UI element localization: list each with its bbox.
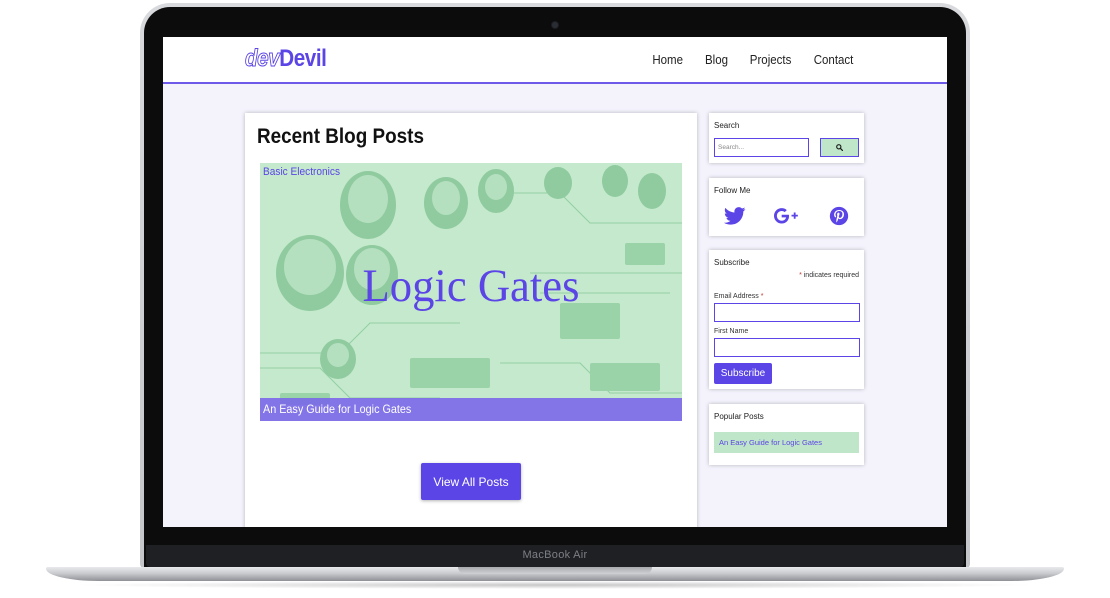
subscribe-widget-title: Subscribe	[714, 258, 750, 267]
required-text: indicates required	[801, 272, 859, 279]
post-title[interactable]: An Easy Guide for Logic Gates	[263, 402, 411, 416]
search-widget: Search	[709, 113, 864, 163]
twitter-link[interactable]	[723, 204, 747, 228]
screen: devDevil Home Blog Projects Contact Rece…	[163, 37, 947, 527]
email-required-star: *	[760, 293, 764, 300]
post-card[interactable]: Basic Electronics Logic Gates An Easy Gu…	[260, 163, 682, 421]
search-button[interactable]	[820, 138, 859, 157]
main-nav: Home Blog Projects Contact	[651, 53, 855, 67]
follow-widget: Follow Me	[709, 178, 864, 236]
google-plus-link[interactable]	[774, 204, 798, 228]
subscribe-button[interactable]: Subscribe	[714, 363, 772, 384]
email-label: Email Address *	[714, 293, 763, 300]
first-name-label: First Name	[714, 328, 749, 335]
site-logo[interactable]: devDevil	[245, 45, 327, 73]
required-note: * indicates required	[799, 272, 859, 279]
logo-part-dev: dev	[245, 45, 281, 73]
pinterest-link[interactable]	[827, 204, 851, 228]
post-title-bar: An Easy Guide for Logic Gates	[260, 398, 682, 421]
site-header: devDevil Home Blog Projects Contact	[163, 37, 947, 84]
recent-posts-card: Recent Blog Posts Basic Electronics Logi…	[245, 113, 697, 527]
email-field[interactable]	[714, 303, 860, 322]
popular-post-item[interactable]: An Easy Guide for Logic Gates	[714, 432, 859, 453]
search-icon	[836, 144, 843, 151]
logo-part-devil: Devil	[279, 45, 327, 72]
email-label-text: Email Address	[714, 293, 761, 300]
first-name-field[interactable]	[714, 338, 860, 357]
popular-posts-title: Popular Posts	[714, 412, 764, 421]
search-input[interactable]	[714, 138, 809, 157]
camera-icon	[552, 22, 558, 28]
laptop-notch	[458, 567, 652, 574]
follow-widget-title: Follow Me	[714, 186, 751, 195]
pinterest-icon	[829, 206, 849, 226]
post-image-text: Logic Gates	[362, 260, 580, 312]
twitter-icon	[724, 207, 746, 225]
subscribe-widget: Subscribe * indicates required Email Add…	[709, 250, 864, 389]
nav-projects[interactable]: Projects	[750, 53, 792, 67]
view-all-posts-button[interactable]: View All Posts	[421, 463, 521, 500]
nav-home[interactable]: Home	[653, 53, 684, 67]
search-widget-title: Search	[714, 121, 740, 130]
laptop-shadow	[70, 581, 1040, 589]
nav-contact[interactable]: Contact	[814, 53, 854, 67]
nav-blog[interactable]: Blog	[705, 53, 728, 67]
google-plus-icon	[774, 208, 798, 224]
model-label: MacBook Air	[522, 549, 588, 561]
post-category[interactable]: Basic Electronics	[263, 166, 340, 178]
section-title: Recent Blog Posts	[257, 125, 424, 148]
popular-posts-widget: Popular Posts An Easy Guide for Logic Ga…	[709, 404, 864, 465]
